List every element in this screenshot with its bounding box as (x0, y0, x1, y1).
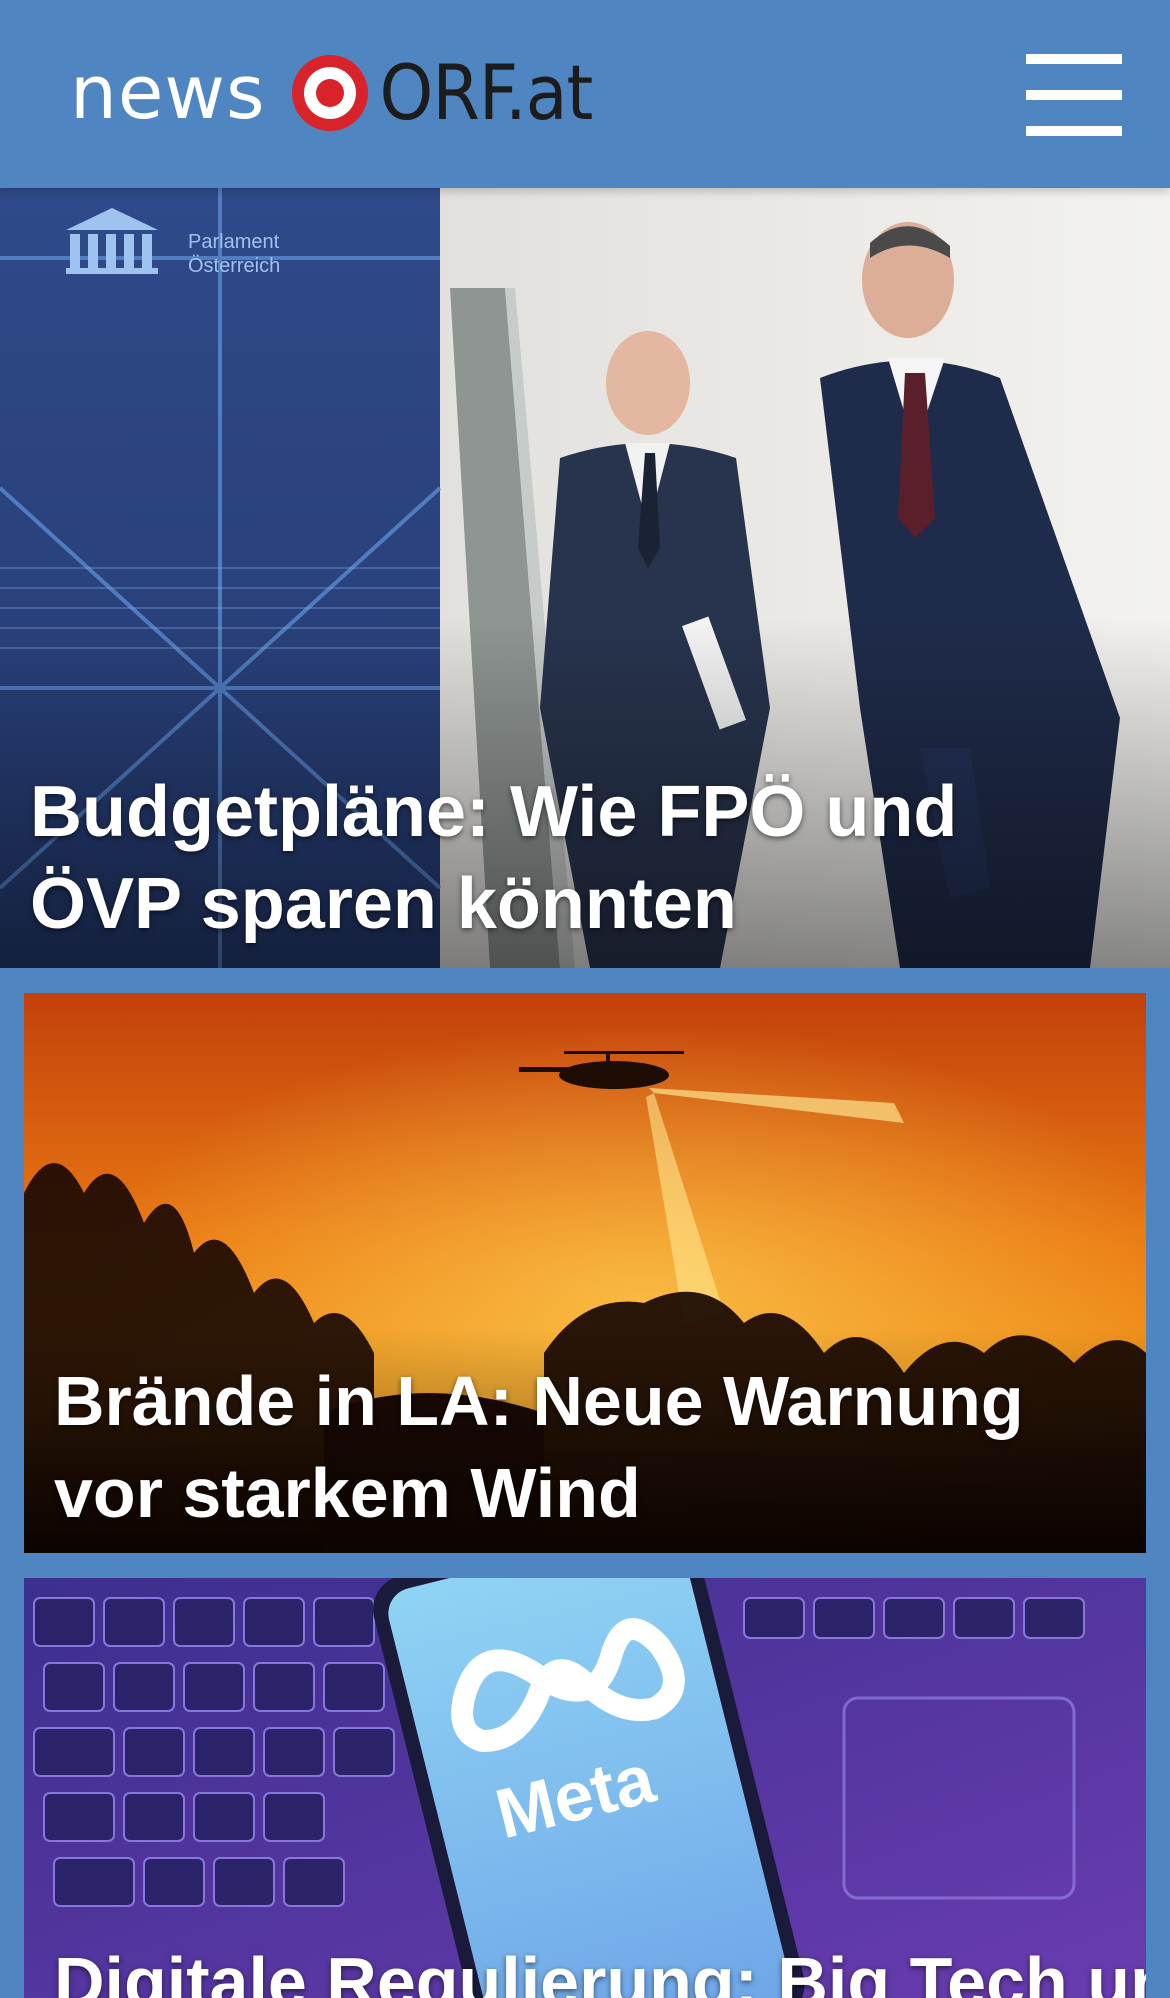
lead-story[interactable]: Parlament Österreich Budgetpläne: Wie FP… (0, 188, 1170, 968)
site-header: news ORF.at (0, 0, 1170, 188)
story-headline[interactable]: Digitale Regulierung: Big Tech und (54, 1936, 1146, 1998)
meta-phone-keyboard-photo: Meta (24, 1578, 1146, 1998)
hamburger-menu-icon[interactable] (1026, 52, 1122, 136)
story-card[interactable]: Brände in LA: Neue Warnung vor starkem W… (24, 993, 1146, 1553)
logo-orf-text: ORF.at (379, 48, 594, 137)
orf-target-icon (291, 55, 368, 131)
logo-news-text: news (70, 50, 266, 136)
lead-headline[interactable]: Budgetpläne: Wie FPÖ und ÖVP sparen könn… (30, 766, 1110, 950)
story-headline[interactable]: Brände in LA: Neue Warnung vor starkem W… (54, 1355, 1086, 1539)
story-card[interactable]: Meta Digitale Regulierung: Big Tech und (24, 1578, 1146, 1998)
site-logo[interactable]: news ORF.at (70, 48, 594, 138)
